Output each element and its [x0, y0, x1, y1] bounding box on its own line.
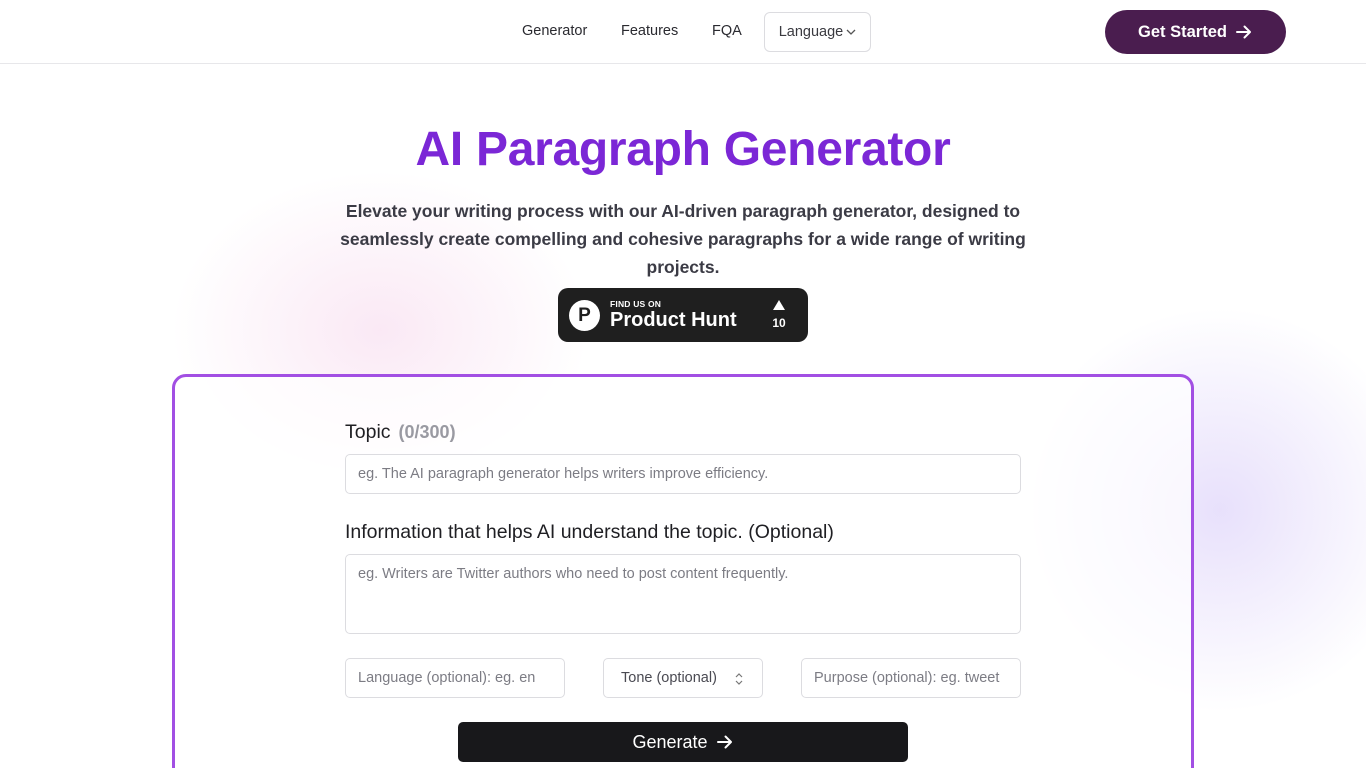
generate-button[interactable]: Generate: [458, 722, 908, 762]
generate-label: Generate: [632, 731, 708, 752]
chevron-down-icon: [846, 29, 856, 35]
nav-link-features[interactable]: Features: [621, 23, 678, 39]
arrow-right-icon: [1235, 25, 1251, 39]
language-input[interactable]: [345, 658, 565, 698]
page-subtitle: Elevate your writing process with our AI…: [340, 201, 1026, 277]
language-dropdown[interactable]: Language: [764, 12, 871, 52]
site-header: Generator Features FQA Language Get Star…: [0, 0, 1366, 64]
page-title: AI Paragraph Generator: [415, 123, 951, 176]
tone-select[interactable]: Tone (optional): [603, 658, 763, 698]
info-textarea[interactable]: [345, 554, 1021, 634]
tone-select-label: Tone (optional): [621, 670, 717, 686]
topic-input[interactable]: [345, 454, 1021, 494]
topic-label: Topic (0/300): [345, 421, 456, 444]
product-hunt-name: Product Hunt: [610, 309, 737, 331]
topic-label-text: Topic: [345, 421, 391, 443]
info-label: Information that helps AI understand the…: [345, 521, 834, 543]
product-hunt-logo-icon: P: [569, 300, 600, 331]
get-started-label: Get Started: [1138, 22, 1227, 41]
purpose-input[interactable]: [801, 658, 1021, 698]
product-hunt-vote-count: 10: [772, 316, 786, 330]
get-started-button[interactable]: Get Started: [1105, 10, 1286, 54]
topic-char-count: (0/300): [398, 422, 456, 442]
product-hunt-badge[interactable]: P FIND US ON Product Hunt 10: [558, 288, 808, 342]
nav-link-generator[interactable]: Generator: [522, 23, 587, 39]
nav-link-fqa[interactable]: FQA: [712, 23, 742, 39]
chevron-up-down-icon: [735, 673, 743, 685]
language-dropdown-label: Language: [778, 24, 844, 40]
arrow-right-icon: [716, 735, 732, 749]
product-hunt-find-text: FIND US ON: [610, 299, 662, 309]
upvote-triangle-icon: [773, 300, 785, 310]
